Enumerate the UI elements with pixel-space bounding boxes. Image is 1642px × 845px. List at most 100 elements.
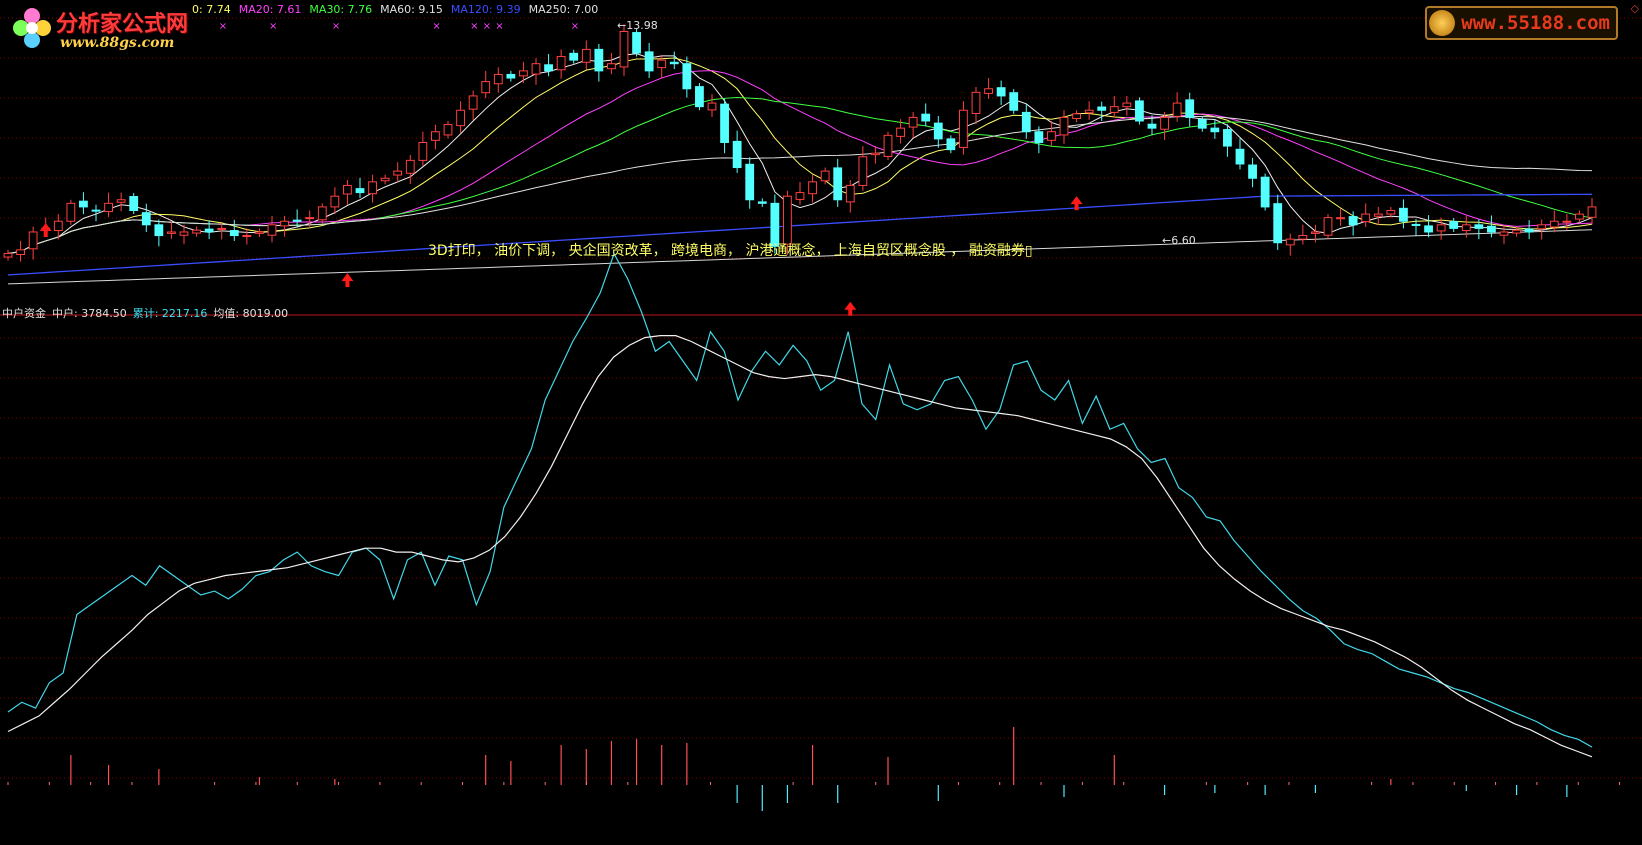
candle-body-59 xyxy=(745,163,755,201)
candle-body-123 xyxy=(1549,220,1559,228)
candle-body-85 xyxy=(1072,113,1081,119)
candle-body-125 xyxy=(1575,213,1584,220)
candle-body-99 xyxy=(1248,164,1257,179)
candle-body-50 xyxy=(632,32,641,54)
site-logo-right: www.55188.com xyxy=(1425,6,1618,40)
candle-body-57 xyxy=(720,103,729,143)
candle-body-77 xyxy=(971,91,981,114)
candle-body-21 xyxy=(267,224,277,236)
candle-body-76 xyxy=(959,109,968,148)
candle-body-74 xyxy=(933,122,943,140)
candle-body-73 xyxy=(921,113,931,122)
candle-body-117 xyxy=(1474,224,1484,229)
candle-body-80 xyxy=(1009,92,1019,111)
candle-body-46 xyxy=(581,48,591,63)
candle-body-14 xyxy=(179,231,189,236)
candle-body-90 xyxy=(1135,100,1144,122)
ma-legend-item-3: MA60: 9.15 xyxy=(380,3,443,16)
candle-body-60 xyxy=(757,201,767,204)
site-url-right: www.55188.com xyxy=(1461,12,1610,34)
ma-line-30 xyxy=(7,96,1593,254)
candle-body-2 xyxy=(28,231,38,250)
candle-body-113 xyxy=(1424,225,1433,233)
candle-body-54 xyxy=(682,63,692,90)
candle-body-93 xyxy=(1172,102,1182,117)
candle-body-7 xyxy=(91,209,101,212)
candle-body-4 xyxy=(53,220,63,232)
candle-body-87 xyxy=(1097,106,1107,111)
ma-legend-item-4: MA120: 9.39 xyxy=(450,3,521,16)
candle-body-126 xyxy=(1587,206,1597,218)
candle-body-18 xyxy=(229,230,239,237)
candle-body-108 xyxy=(1361,213,1371,223)
candle-body-22 xyxy=(280,220,289,227)
candle-body-33 xyxy=(418,141,428,161)
candle-body-110 xyxy=(1386,209,1396,215)
candle-body-72 xyxy=(908,116,918,128)
candle-body-45 xyxy=(569,52,579,61)
candle-body-58 xyxy=(732,140,742,169)
candle-body-115 xyxy=(1449,221,1459,229)
candle-body-91 xyxy=(1147,123,1157,129)
cross-marker-2: × xyxy=(332,21,340,32)
candle-body-41 xyxy=(519,70,528,77)
settings-diamond-icon[interactable]: ◇ xyxy=(1631,2,1639,15)
cross-marker-5: × xyxy=(483,21,491,32)
buy-signal-arrow-icon-0 xyxy=(39,223,52,238)
candle-body-42 xyxy=(531,63,541,75)
candle-body-56 xyxy=(707,102,717,111)
candle-body-31 xyxy=(393,170,403,176)
candle-body-36 xyxy=(456,109,465,127)
candle-body-32 xyxy=(405,159,415,174)
candle-body-95 xyxy=(1197,119,1207,129)
candle-body-8 xyxy=(104,202,113,213)
candle-body-6 xyxy=(79,200,88,208)
candle-body-106 xyxy=(1336,217,1345,220)
chart-canvas: × × × × × × × × xyxy=(0,17,1642,811)
candle-body-86 xyxy=(1084,109,1094,114)
candle-body-9 xyxy=(116,199,126,203)
candle-body-89 xyxy=(1122,102,1132,108)
candle-body-38 xyxy=(481,81,491,94)
low-price-label: ←6.60 xyxy=(1162,234,1196,247)
candle-body-97 xyxy=(1223,129,1232,147)
flower-logo-icon xyxy=(13,8,51,48)
candle-body-88 xyxy=(1109,106,1119,113)
candle-body-51 xyxy=(644,51,654,72)
ma-line-120 xyxy=(7,193,1593,276)
candle-body-23 xyxy=(292,219,302,222)
cross-marker-0: × xyxy=(219,21,227,32)
candle-body-121 xyxy=(1524,228,1534,233)
candle-body-29 xyxy=(368,181,377,195)
candle-body-49 xyxy=(619,30,629,68)
indicator-legend-item-1: 中户: 3784.50 xyxy=(52,307,127,320)
indicator-legend-item-3: 均值: 8019.00 xyxy=(213,307,289,320)
candle-body-24 xyxy=(305,217,315,220)
candle-body-109 xyxy=(1373,213,1383,217)
ma-legend-item-2: MA30: 7.76 xyxy=(309,3,373,16)
candle-body-19 xyxy=(242,235,252,238)
candle-body-16 xyxy=(204,228,214,233)
indicator-legend-item-2: 累计: 2217.16 xyxy=(132,307,208,320)
candle-body-66 xyxy=(833,167,843,201)
candle-body-26 xyxy=(330,195,340,208)
candle-body-65 xyxy=(820,170,830,182)
candle-body-114 xyxy=(1436,224,1446,232)
candle-body-118 xyxy=(1487,225,1496,233)
buy-signal-arrow-icon-1 xyxy=(341,273,354,288)
candle-body-75 xyxy=(946,138,956,151)
candle-body-48 xyxy=(607,63,616,70)
candle-body-11 xyxy=(141,212,151,226)
candle-body-111 xyxy=(1399,207,1408,222)
candle-body-20 xyxy=(255,231,264,234)
candle-body-78 xyxy=(984,88,993,94)
candle-body-12 xyxy=(154,224,164,237)
cross-marker-7: × xyxy=(571,21,579,32)
candle-body-53 xyxy=(669,61,679,65)
candle-body-28 xyxy=(355,188,365,194)
candle-body-107 xyxy=(1348,216,1358,226)
ma-legend-item-5: MA250: 7.00 xyxy=(528,3,599,16)
candle-body-27 xyxy=(343,184,352,195)
candle-body-0 xyxy=(3,252,13,258)
candle-body-100 xyxy=(1260,176,1270,208)
